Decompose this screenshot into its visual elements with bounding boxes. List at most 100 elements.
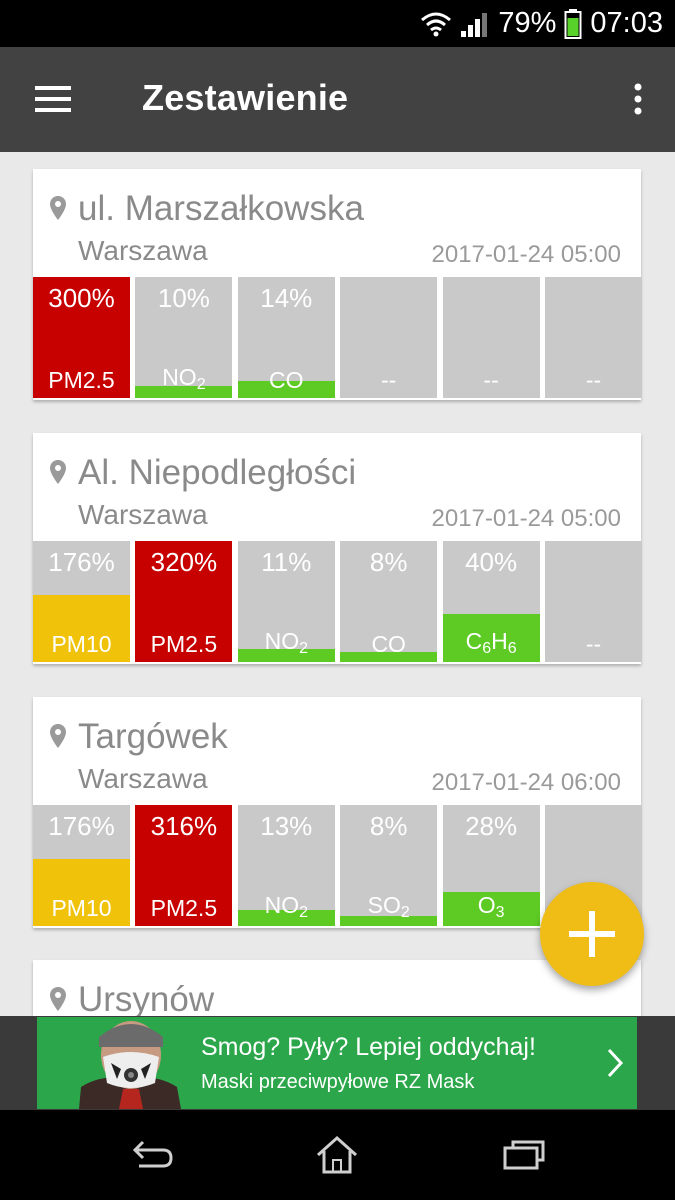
measurement-time: 2017-01-24 06:00 [431,769,622,796]
pollutant-label: -- [545,367,642,394]
location-pin-icon [50,724,66,748]
pollutant-label-text: PM2.5 [48,367,115,393]
clock: 07:03 [590,7,663,39]
pollutant-tile[interactable]: 13% NO2 [237,805,335,926]
pollutant-tile[interactable]: 316% PM2.5 [135,805,233,926]
pollutant-label: NO2 [135,364,232,394]
system-nav-bar [0,1110,675,1200]
page-title: Zestawienie [142,77,349,118]
pollutant-tile[interactable]: 14% CO [237,277,335,398]
pollutant-label: PM10 [33,631,130,658]
station-city: Warszawa [78,763,208,794]
pollutant-label-text: PM10 [51,631,112,657]
pollutant-tile[interactable]: 176% PM10 [33,541,130,662]
pollutant-label-text: -- [483,367,499,393]
pollutant-label-text: C [465,628,483,654]
station-card[interactable]: Al. Niepodległości Warszawa 2017-01-24 0… [33,433,642,664]
add-station-button[interactable] [540,882,644,986]
pollutant-label-text: NO [264,892,300,918]
station-card[interactable]: ul. Marszałkowska Warszawa 2017-01-24 05… [33,169,642,400]
pollutant-percent: 176% [48,811,115,841]
location-pin-icon [50,460,66,484]
station-card[interactable]: Targówek Warszawa 2017-01-24 06:00 176% P… [33,697,642,928]
pollutant-tile[interactable]: 176% PM10 [33,805,130,926]
battery-icon [564,8,582,39]
pollutant-label: -- [443,367,540,394]
measurement-time: 2017-01-24 05:00 [431,505,622,532]
pollutant-tile[interactable]: 10% NO2 [135,277,233,398]
station-card[interactable]: Ursynów [33,960,641,1016]
station-name: ul. Marszałkowska [78,189,364,228]
pollutant-label-text: H [491,628,508,654]
status-icons: 79% 07:03 [420,0,663,47]
chevron-right-icon[interactable] [605,1047,625,1079]
home-icon[interactable] [307,1130,367,1180]
pollutant-label: CO [340,631,437,658]
pollutant-tile[interactable]: 8% SO2 [340,805,438,926]
location-pin-icon [50,987,66,1011]
pollutant-label-text: SO [367,892,401,918]
pollutant-label-text: NO [162,364,197,390]
pollutant-tile[interactable]: -- [545,277,642,398]
pollutant-percent: 11% [261,547,312,577]
ad-headline: Smog? Pyły? Lepiej oddychaj! [201,1033,536,1061]
pollutant-percent: 40% [465,547,518,577]
pollutant-percent: 8% [369,811,408,841]
pollutant-tile[interactable]: 300% PM2.5 [33,277,130,398]
pollutant-label-text: PM10 [51,895,112,921]
pollutant-label: NO2 [238,892,335,922]
pollutant-label-subscript: 3 [495,904,505,921]
pollutant-tile[interactable]: 40% C6H6 [442,541,540,662]
pollutant-percent: 14% [260,283,313,313]
pollutant-percent: 316% [150,811,218,841]
plus-icon [569,911,615,957]
pollutant-label-text: -- [585,367,602,393]
hamburger-menu-icon[interactable] [22,75,84,123]
pollutant-tile[interactable]: 28% O3 [442,805,540,926]
pollutant-tile[interactable]: -- [545,541,642,662]
pollutant-tile[interactable]: -- [442,277,540,398]
pollutant-label-text: CO [269,367,304,393]
pollutant-label-text: -- [585,631,602,657]
pollutant-label: SO2 [340,892,437,922]
pollutant-label-subscript: 6 [507,640,517,657]
ad-mask-man-image [59,1017,209,1109]
battery-percent: 79% [498,7,557,39]
pollutant-label-text: CO [371,631,406,657]
pollutant-label: NO2 [238,628,335,658]
ad-banner[interactable]: Smog? Pyły? Lepiej oddychaj! Maski przec… [0,1016,675,1110]
station-name: Al. Niepodległości [78,453,357,492]
station-name: Targówek [78,717,228,756]
pollutant-percent: 13% [260,811,313,841]
ad-content[interactable]: Smog? Pyły? Lepiej oddychaj! Maski przec… [37,1017,637,1109]
pollutant-percent: 300% [48,283,115,313]
pollutant-label-subscript: 2 [196,376,206,393]
pollutant-label: C6H6 [443,628,540,658]
pollutant-label-subscript: 2 [299,640,308,657]
pollutant-label: -- [340,367,437,394]
pollutant-label: PM10 [33,895,130,922]
station-city: Warszawa [78,499,208,530]
pollutant-tile[interactable]: 320% PM2.5 [135,541,233,662]
pollutant-label-text: -- [381,367,397,393]
pollutant-tiles: 300% PM2.5 10% NO2 14% CO -- -- -- [33,277,642,400]
overflow-menu-icon[interactable] [623,77,653,121]
pollutant-label: O3 [443,892,540,922]
back-icon[interactable] [120,1130,180,1180]
recent-apps-icon[interactable] [494,1130,554,1180]
pollutant-label-subscript: 2 [299,904,308,921]
pollutant-label: CO [238,367,335,394]
measurement-time: 2017-01-24 05:00 [431,241,622,268]
pollutant-percent: 320% [150,547,218,577]
pollutant-percent: 28% [465,811,518,841]
pollutant-label-subscript: 2 [400,904,410,921]
signal-icon [460,10,490,38]
pollutant-label-text: O [477,892,496,918]
wifi-icon [420,11,452,37]
pollutant-tile[interactable]: 8% CO [340,541,438,662]
pollutant-tile[interactable]: -- [340,277,438,398]
pollutant-label-subscript: 6 [482,640,492,657]
pollutant-tile[interactable]: 11% NO2 [237,541,335,662]
pollutant-label: -- [545,631,642,658]
location-pin-icon [50,196,66,220]
